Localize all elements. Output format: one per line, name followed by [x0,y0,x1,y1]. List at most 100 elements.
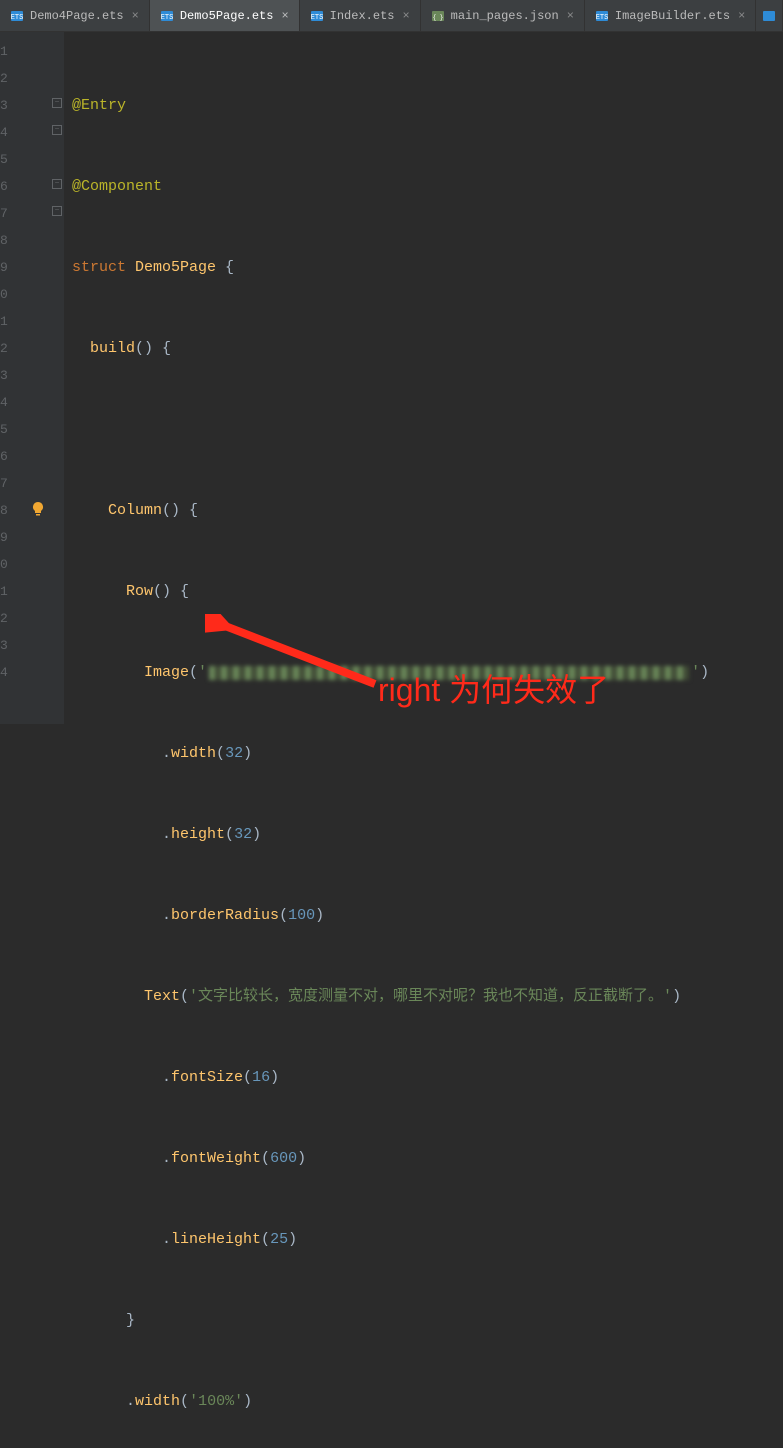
paren: ) [243,740,252,767]
line-number: 7 [0,200,42,227]
component: Row [126,578,153,605]
file-icon: ETS [310,9,324,23]
paren: ) [700,659,709,686]
method: borderRadius [171,902,279,929]
tab-demo4page[interactable]: ETS Demo4Page.ets × [0,0,150,31]
close-icon[interactable]: × [281,9,288,23]
close-icon[interactable]: × [402,9,409,23]
paren: ( [216,740,225,767]
keyword: struct [72,254,126,281]
method: width [135,1388,180,1415]
line-number: 6 [0,173,42,200]
dot: . [126,1388,135,1415]
editor-tabs: ETS Demo4Page.ets × ETS Demo5Page.ets × … [0,0,783,32]
paren: ( [180,983,189,1010]
number: 100 [288,902,315,929]
svg-text:ETS: ETS [310,14,323,22]
paren: ) [297,1145,306,1172]
file-icon: ETS [10,9,24,23]
number: 32 [234,821,252,848]
paren: ( [180,1388,189,1415]
brace: { [180,497,198,524]
component: Text [144,983,180,1010]
dot: . [162,740,171,767]
close-icon[interactable]: × [132,9,139,23]
line-number: 8 [0,227,42,254]
dot: . [162,1145,171,1172]
tab-imagebuilder[interactable]: ETS ImageBuilder.ets × [585,0,756,31]
line-number: 4 [0,119,42,146]
file-icon: ETS [160,9,174,23]
method: fontSize [171,1064,243,1091]
dot: . [162,902,171,929]
tab-label: Demo5Page.ets [180,9,274,23]
line-number: 5 [0,416,42,443]
number: 16 [252,1064,270,1091]
string: '文字比较长，宽度测量不对，哪里不对呢？我也不知道，反正截断了。' [189,983,672,1010]
line-number: 7 [0,470,42,497]
brace: { [171,578,189,605]
paren: ( [261,1145,270,1172]
line-number: 2 [0,605,42,632]
code-editor[interactable]: 1 2 3 4 5 6 7 8 9 0 1 2 3 4 5 6 7 8 9 0 … [0,32,783,724]
brace: { [153,335,171,362]
lightbulb-icon[interactable] [30,500,46,516]
line-number: 5 [0,146,42,173]
paren: ( [225,821,234,848]
paren: ( [279,902,288,929]
line-number: 4 [0,389,42,416]
fold-toggle-icon[interactable]: − [52,206,62,216]
line-number: 9 [0,524,42,551]
string: '100%' [189,1388,243,1415]
method: height [171,821,225,848]
line-number: 0 [0,281,42,308]
line-number: 6 [0,443,42,470]
svg-text:{ }: { } [432,14,443,21]
paren: ) [315,902,324,929]
tab-label: main_pages.json [451,9,559,23]
file-icon [762,9,776,23]
fold-toggle-icon[interactable]: − [52,179,62,189]
tab-label: Demo4Page.ets [30,9,124,23]
svg-text:ETS: ETS [161,14,174,22]
json-icon: { } [431,9,445,23]
method: width [171,740,216,767]
code-area[interactable]: @Entry @Component struct Demo5Page { bui… [64,32,783,724]
tab-mainpages[interactable]: { } main_pages.json × [421,0,585,31]
fold-toggle-icon[interactable]: − [52,125,62,135]
number: 25 [270,1226,288,1253]
tab-label: ImageBuilder.ets [615,9,730,23]
dot: . [162,1064,171,1091]
line-number: 2 [0,65,42,92]
file-icon: ETS [595,9,609,23]
paren: ( [261,1226,270,1253]
paren: ) [672,983,681,1010]
paren: ( [243,1064,252,1091]
paren: ) [288,1226,297,1253]
component: Column [108,497,162,524]
fold-column: − − − − [50,32,64,724]
method: fontWeight [171,1145,261,1172]
method: build [90,335,135,362]
brace: { [216,254,234,281]
parens: () [162,497,180,524]
annotation-text: right 为何失效了 [378,665,609,711]
decorator: @Component [72,173,162,200]
tab-index[interactable]: ETS Index.ets × [300,0,421,31]
number: 600 [270,1145,297,1172]
parens: () [153,578,171,605]
number: 32 [225,740,243,767]
line-number: 3 [0,362,42,389]
fold-toggle-icon[interactable]: − [52,98,62,108]
paren: ) [270,1064,279,1091]
close-icon[interactable]: × [738,9,745,23]
tab-label: Index.ets [330,9,395,23]
component: Image [144,659,189,686]
tab-more[interactable] [756,0,783,31]
line-gutter: 1 2 3 4 5 6 7 8 9 0 1 2 3 4 5 6 7 8 9 0 … [0,32,50,724]
line-number: 3 [0,632,42,659]
close-icon[interactable]: × [567,9,574,23]
tab-demo5page[interactable]: ETS Demo5Page.ets × [150,0,300,31]
brace: } [126,1307,135,1334]
line-number: 3 [0,92,42,119]
